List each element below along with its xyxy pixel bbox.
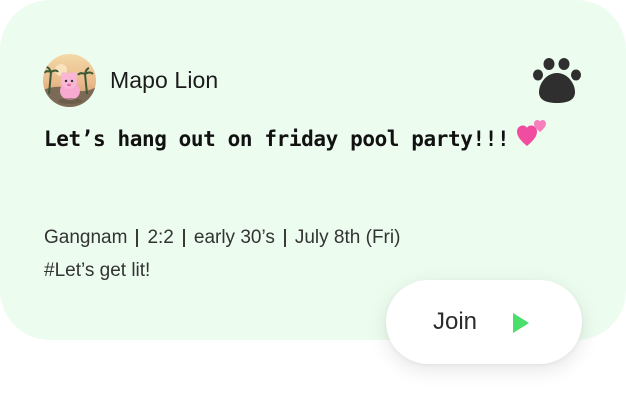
post-message: Let’s hang out on friday pool party!!! [44,127,510,151]
two-hearts-icon [517,120,547,146]
meta-ratio: 2:2 [147,227,174,248]
author-row[interactable]: Mapo Lion [43,54,218,107]
avatar[interactable] [43,54,96,107]
play-icon [513,313,529,333]
meta-date: July 8th (Fri) [294,227,401,248]
author-name[interactable]: Mapo Lion [110,67,218,94]
post-text: Let’s hang out on friday pool party!!! [44,120,547,154]
meta-divider [283,229,286,247]
meta-divider [182,229,185,247]
stage: Mapo Lion Let’s hang out on friday pool … [0,0,626,400]
meta-divider [136,229,139,247]
meta-age: early 30’s [193,227,275,248]
post-meta: Gangnam 2:2 early 30’s July 8th (Fri) [44,227,400,249]
meta-location: Gangnam [44,227,128,248]
paw-icon[interactable] [532,56,582,104]
hashtag[interactable]: #Let’s get lit! [44,260,150,282]
join-label: Join [433,308,478,335]
join-button[interactable]: Join [386,280,582,364]
